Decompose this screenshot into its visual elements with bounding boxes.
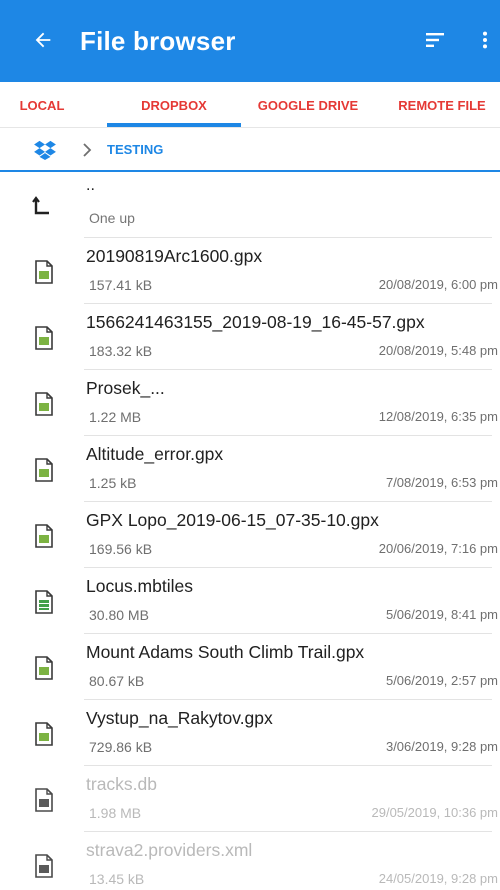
tab-remote-file[interactable]: REMOTE FILE [380,82,500,128]
list-item-disabled: tracks.db 1.98 MB 29/05/2019, 10:36 pm [0,766,500,832]
file-date: 5/06/2019, 8:41 pm [385,607,498,622]
arrow-back-icon [35,32,51,48]
file-size: 729.86 kB [89,739,153,755]
more-vert-icon [482,31,488,49]
app-toolbar: File browser [0,0,500,82]
file-name: Altitude_error.gpx [86,444,224,464]
file-size: 30.80 MB [89,607,149,623]
list-item[interactable]: Mount Adams South Climb Trail.gpx 80.67 … [0,634,500,700]
more-options-button[interactable] [472,23,498,57]
sort-icon [426,33,444,47]
gpx-file-icon [35,524,53,548]
file-size: 13.45 kB [89,871,145,887]
level-up-icon [32,196,49,215]
file-date: 20/08/2019, 5:48 pm [378,343,498,358]
page-title: File browser [80,26,236,56]
list-item[interactable]: Vystup_na_Rakytov.gpx 729.86 kB 3/06/201… [0,700,500,766]
file-date: 7/08/2019, 6:53 pm [385,475,498,490]
file-date: 29/05/2019, 10:36 pm [371,805,499,820]
file-name: Mount Adams South Climb Trail.gpx [86,642,365,662]
file-name: GPX Lopo_2019-06-15_07-35-10.gpx [86,510,379,530]
sort-button[interactable] [418,23,452,57]
source-tabs: LOCAL DROPBOX GOOGLE DRIVE REMOTE FILE [0,82,500,128]
gpx-file-icon [35,326,53,350]
list-item[interactable]: 1566241463155_2019-08-19_16-45-57.gpx 18… [0,304,500,370]
map-file-icon [35,590,53,614]
file-date: 3/06/2019, 9:28 pm [385,739,498,754]
file-name: strava2.providers.xml [86,840,253,860]
list-item[interactable]: GPX Lopo_2019-06-15_07-35-10.gpx 169.56 … [0,502,500,568]
file-size: 169.56 kB [89,541,153,557]
file-name: 20190819Arc1600.gpx [86,246,263,266]
tab-label: LOCAL [19,97,65,113]
list-item[interactable]: 20190819Arc1600.gpx 157.41 kB 20/08/2019… [0,238,500,304]
file-date: 24/05/2019, 9:28 pm [378,871,498,886]
list-item[interactable]: Locus.mbtiles 30.80 MB 5/06/2019, 8:41 p… [0,568,500,634]
list-item[interactable]: Altitude_error.gpx 1.25 kB 7/08/2019, 6:… [0,436,500,502]
file-date: 5/06/2019, 2:57 pm [385,673,498,688]
file-size: 183.32 kB [89,343,153,359]
gpx-file-icon [35,656,53,680]
tab-label: DROPBOX [141,97,207,113]
list-item-disabled: strava2.providers.xml 13.45 kB 24/05/201… [0,832,500,890]
file-subtitle: One up [89,210,135,226]
list-item[interactable]: Prosek_... 1.22 MB 12/08/2019, 6:35 pm [0,370,500,436]
file-size: 80.67 kB [89,673,145,689]
db-file-icon [35,788,53,812]
gpx-file-icon [35,458,53,482]
tab-google-drive[interactable]: GOOGLE DRIVE [241,82,375,128]
file-size: 1.98 MB [89,805,142,821]
file-size: 1.25 kB [89,475,137,491]
gpx-file-icon [35,260,53,284]
breadcrumb-current[interactable]: TESTING [107,141,163,159]
xml-file-icon [35,854,53,878]
file-name: Locus.mbtiles [86,576,193,596]
file-list: .. One up 20190819Arc1600.gpx 157.41 kB … [0,172,500,890]
tab-label: REMOTE FILE [398,97,486,113]
file-date: 20/06/2019, 7:16 pm [378,541,498,556]
file-size: 157.41 kB [89,277,153,293]
dropbox-icon[interactable] [34,140,56,160]
file-name: tracks.db [86,774,157,794]
back-button[interactable] [26,23,60,57]
gpx-file-icon [35,392,53,416]
tab-label: GOOGLE DRIVE [257,97,359,113]
chevron-right-icon [83,143,92,157]
gpx-file-icon [35,722,53,746]
tab-dropbox[interactable]: DROPBOX [107,82,241,128]
tab-local[interactable]: LOCAL [0,82,84,128]
file-size: 1.22 MB [89,409,142,425]
file-browser-screen: File browser LOCAL DROPBOX GOOGLE DRIVE [0,0,500,890]
file-name: 1566241463155_2019-08-19_16-45-57.gpx [86,312,425,332]
file-name: .. [86,177,95,194]
file-date: 20/08/2019, 6:00 pm [378,277,498,292]
list-item-one-up[interactable]: .. One up [0,172,500,238]
file-name: Vystup_na_Rakytov.gpx [86,708,273,728]
file-date: 12/08/2019, 6:35 pm [378,409,498,424]
breadcrumb: TESTING [0,128,500,172]
file-name: Prosek_... [86,378,165,398]
